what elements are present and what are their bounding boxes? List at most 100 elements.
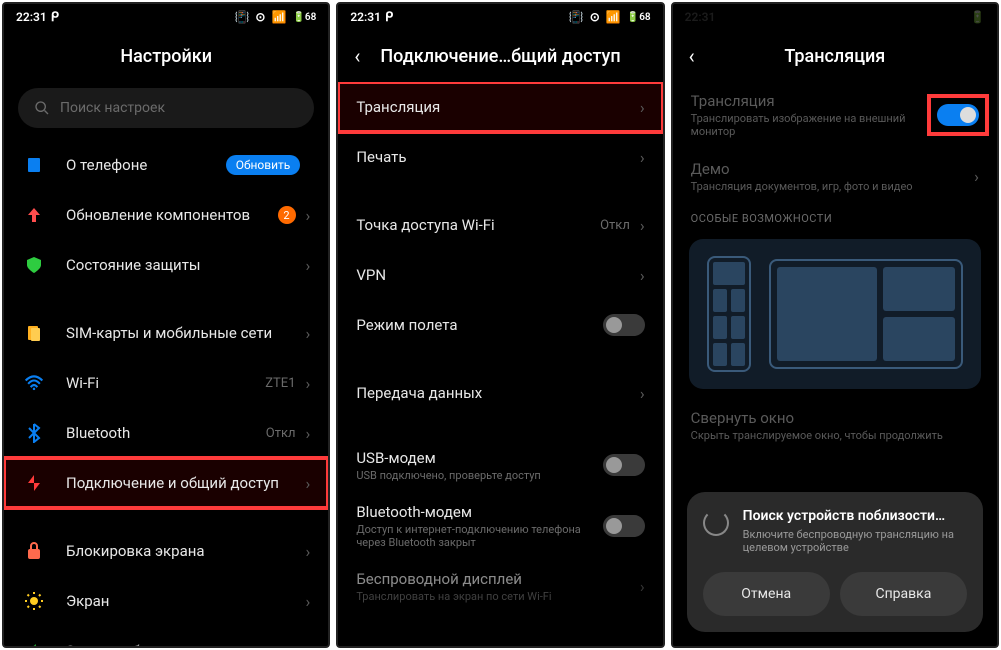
wifi-icon (22, 371, 46, 395)
wifi-icon: ⊙ (255, 10, 265, 24)
chevron-right-icon: › (306, 474, 311, 493)
settings-row-display[interactable]: Экран › (4, 576, 328, 626)
chevron-right-icon: › (306, 542, 311, 561)
row-label: Подключение и общий доступ (66, 474, 306, 492)
row-data-usage[interactable]: Передача данных › (338, 368, 662, 418)
update-badge[interactable]: Обновить (226, 155, 301, 175)
settings-row-sim[interactable]: SIM-карты и мобильные сети › (4, 308, 328, 358)
row-vpn[interactable]: VPN › (338, 250, 662, 300)
status-bar: 22:31 ᑭ 📳 ⊙ 📶 🔋68 (4, 4, 328, 30)
vibrate-icon: 📳 (569, 10, 584, 24)
row-minimize[interactable]: Свернуть окно Скрыть транслируемое окно,… (673, 397, 997, 453)
settings-row-components[interactable]: Обновление компонентов 2 › (4, 190, 328, 240)
row-cast[interactable]: Трансляция › (338, 82, 662, 132)
row-usb-tether[interactable]: USB-модем USB подключено, проверьте дост… (338, 436, 662, 494)
vibrate-icon: 📳 (234, 10, 249, 24)
page-title: Настройки (120, 46, 212, 67)
usb-tether-toggle[interactable] (603, 454, 645, 476)
back-button[interactable]: ‹ (689, 44, 695, 68)
preview-phone-icon (707, 256, 751, 372)
chevron-right-icon: › (640, 148, 645, 167)
phone-screen-2: 22:31 ᑭ 📳 ⊙ 📶 🔋68 ‹ Подключение…бщий дос… (336, 2, 664, 648)
signal-icon: 📶 (271, 10, 286, 24)
status-bar: 22:31 ᑭ 📳 ⊙ 📶 🔋68 (338, 4, 662, 30)
cancel-button[interactable]: Отмена (703, 572, 830, 616)
row-hotspot[interactable]: Точка доступа Wi-Fi Откл › (338, 200, 662, 250)
chevron-right-icon: › (306, 206, 311, 225)
settings-row-wifi[interactable]: Wi-Fi ZTE1 › (4, 358, 328, 408)
row-label: Экран (66, 592, 306, 610)
chevron-right-icon: › (306, 424, 311, 443)
wifi-icon: ⊙ (590, 10, 600, 24)
bt-tether-toggle[interactable] (603, 515, 645, 537)
row-label: Передача данных (356, 384, 640, 402)
settings-row-connection-sharing[interactable]: Подключение и общий доступ › (4, 458, 328, 508)
row-cast-toggle[interactable]: Трансляция Транслировать изображение на … (673, 82, 997, 148)
status-time: 22:31 (350, 10, 381, 24)
settings-row-lockscreen[interactable]: Блокировка экрана › (4, 526, 328, 576)
cast-toggle[interactable] (937, 104, 979, 126)
row-value: ZTE1 (265, 376, 295, 391)
highlighted-toggle (931, 98, 985, 132)
sim-icon (22, 321, 46, 345)
row-wireless-display[interactable]: Беспроводной дисплей Транслировать на эк… (338, 558, 662, 614)
chevron-right-icon: › (306, 642, 311, 647)
spinner-icon (703, 510, 729, 536)
row-label: Wi-Fi (66, 374, 265, 392)
bluetooth-icon (22, 421, 46, 445)
search-icon (34, 100, 50, 116)
row-sublabel: Трансляция документов, игр, фото и видео (691, 180, 975, 193)
chevron-right-icon: › (640, 577, 645, 596)
row-label: Блокировка экрана (66, 542, 306, 560)
cast-preview (689, 239, 981, 389)
row-bt-tether[interactable]: Bluetooth-модем Доступ к интернет-подклю… (338, 494, 662, 558)
header: ‹ Трансляция (673, 30, 997, 82)
row-print[interactable]: Печать › (338, 132, 662, 182)
upgrade-icon (22, 203, 46, 227)
row-label: Точка доступа Wi-Fi (356, 216, 600, 234)
preview-screen-icon (769, 259, 963, 369)
shield-icon (22, 253, 46, 277)
chevron-right-icon: › (974, 167, 979, 186)
header: ‹ Подключение…бщий доступ (338, 30, 662, 82)
signal-icon: 📶 (606, 10, 621, 24)
row-label: SIM-карты и мобильные сети (66, 324, 306, 342)
settings-row-bluetooth[interactable]: Bluetooth Откл › (4, 408, 328, 458)
chevron-right-icon: › (306, 324, 311, 343)
chevron-right-icon: › (640, 98, 645, 117)
sun-icon (22, 589, 46, 613)
row-demo[interactable]: Демо Трансляция документов, игр, фото и … (673, 148, 997, 204)
row-sublabel: USB подключено, проверьте доступ (356, 469, 602, 482)
settings-row-about[interactable]: О телефоне Обновить (4, 140, 328, 190)
row-airplane[interactable]: Режим полета (338, 300, 662, 350)
section-label: ОСОБЫЕ ВОЗМОЖНОСТИ (673, 204, 997, 231)
row-label: Режим полета (356, 316, 602, 334)
back-button[interactable]: ‹ (354, 44, 360, 68)
settings-row-sound[interactable]: Звук и вибрация › (4, 626, 328, 646)
p-logo-icon: ᑭ (51, 10, 59, 25)
header: Настройки (4, 30, 328, 82)
airplane-toggle[interactable] (603, 314, 645, 336)
row-label: Трансляция (356, 98, 640, 116)
chevron-right-icon: › (640, 384, 645, 403)
row-label: Звук и вибрация (66, 642, 306, 646)
search-input[interactable]: Поиск настроек (18, 88, 314, 128)
row-label: VPN (356, 266, 640, 284)
row-label: Свернуть окно (691, 409, 979, 427)
page-title: Трансляция (784, 46, 885, 67)
status-time: 22:31 (16, 10, 47, 24)
settings-row-security[interactable]: Состояние защиты › (4, 240, 328, 290)
row-label: Демо (691, 160, 975, 178)
phone-screen-1: 22:31 ᑭ 📳 ⊙ 📶 🔋68 Настройки Поиск настро… (2, 2, 330, 648)
help-button[interactable]: Справка (840, 572, 967, 616)
row-label: Bluetooth (66, 424, 266, 442)
p-logo-icon: ᑭ (385, 10, 393, 25)
row-sublabel: Транслировать изображение на внешний мон… (691, 112, 937, 138)
battery-icon: 🔋68 (627, 12, 651, 23)
row-value: Откл (266, 426, 296, 441)
row-sublabel: Транслировать на экран по сети Wi-Fi (356, 590, 640, 603)
row-label: Bluetooth-модем (356, 503, 602, 521)
sheet-subtitle: Включите беспроводную трансляцию на целе… (743, 528, 967, 554)
row-label: О телефоне (66, 156, 226, 174)
row-label: Обновление компонентов (66, 206, 278, 224)
